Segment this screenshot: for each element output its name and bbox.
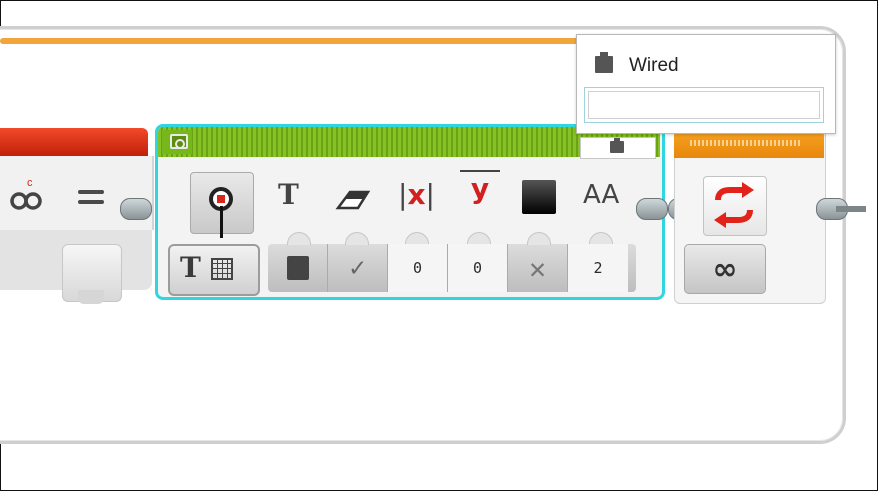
y-coord-icon: y	[460, 170, 500, 206]
color-param-cell[interactable]: ✕	[508, 244, 568, 292]
x-coord-icon: |x|	[398, 178, 435, 211]
text-icon-large: T	[180, 251, 201, 284]
x-param-value: 0	[412, 259, 423, 277]
battery-icon	[286, 256, 309, 280]
loop-arrows-icon	[714, 182, 754, 228]
port-input[interactable]	[584, 87, 824, 123]
x-mark-icon: ✕	[529, 251, 546, 285]
text-icon: T	[278, 178, 299, 211]
sequence-wire-tail	[836, 206, 866, 212]
wired-option[interactable]: Wired	[577, 43, 835, 77]
eraser-icon	[335, 190, 371, 210]
sequence-plug-left[interactable]	[120, 198, 152, 220]
font-size-icon: AA	[583, 180, 620, 210]
variable-label: c	[27, 177, 33, 189]
sequence-plug-out[interactable]	[636, 198, 668, 220]
y-param-cell[interactable]: 0	[448, 244, 508, 292]
battery-icon	[595, 52, 613, 73]
color-icon	[522, 180, 556, 214]
battery-param-cell[interactable]	[268, 244, 328, 292]
y-param-value: 0	[472, 259, 483, 277]
x-param-cell[interactable]: 0	[388, 244, 448, 292]
infinity-label: ∞	[712, 251, 738, 287]
font-param-value: 2	[593, 259, 603, 277]
clear-param-cell[interactable]: ✓	[328, 244, 388, 292]
check-icon: ✓	[349, 253, 366, 283]
x-coord-label: x	[407, 178, 426, 211]
compare-block-header[interactable]	[0, 128, 148, 156]
font-param-cell[interactable]: 2	[568, 244, 628, 292]
mode-connector	[220, 206, 223, 238]
compare-tab	[78, 290, 104, 304]
port-input-field[interactable]	[588, 91, 820, 119]
equals-icon	[78, 190, 104, 206]
loop-block-header[interactable]	[674, 130, 824, 158]
port-dropdown: Wired	[576, 34, 836, 134]
link-icon: c	[10, 177, 42, 210]
monitor-icon	[170, 134, 188, 149]
battery-icon	[610, 138, 624, 153]
grid-icon	[211, 258, 233, 280]
loop-mode-button[interactable]: ∞	[684, 244, 766, 294]
wired-label: Wired	[629, 55, 679, 76]
